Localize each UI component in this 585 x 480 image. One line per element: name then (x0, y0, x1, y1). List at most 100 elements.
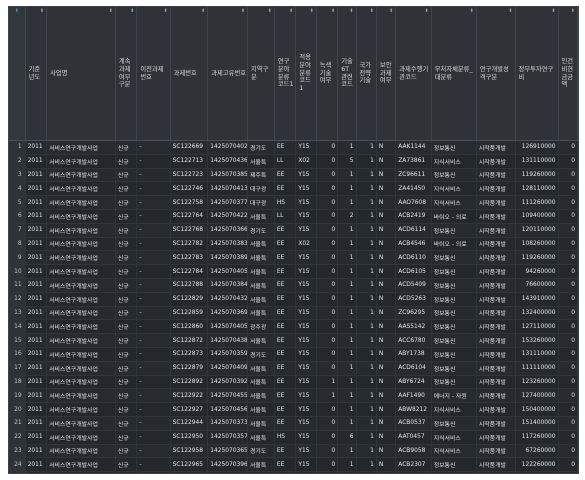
table-cell[interactable]: 131110000 (515, 347, 559, 362)
table-cell[interactable]: 서울특 (247, 388, 275, 404)
table-cell[interactable]: 시작품개발 (476, 223, 516, 238)
row-index-cell[interactable]: 17 (9, 361, 26, 376)
table-cell[interactable]: 정보통신 (431, 333, 477, 348)
table-cell[interactable]: 1 (356, 168, 377, 183)
table-cell[interactable]: EE (274, 264, 297, 279)
table-cell[interactable]: Y15 (295, 347, 317, 362)
table-cell[interactable]: 서비스연구개발사업 (46, 209, 116, 224)
table-cell[interactable]: 바이오 - 의료 (431, 209, 477, 224)
table-cell[interactable]: 서비스연구개발사업 (46, 264, 116, 279)
table-cell[interactable]: 1 (356, 375, 377, 390)
table-cell[interactable]: 2011 (25, 181, 48, 197)
table-cell[interactable]: N (376, 292, 397, 307)
table-row[interactable]: 13 2011 서비스연구개발사업 신규 - SC122859 1425070369 서울특 E… (9, 306, 578, 321)
table-cell[interactable]: 에너지 - 자원 (431, 388, 477, 404)
table-cell[interactable]: SC122859 (170, 306, 209, 321)
6t-code-header[interactable]: ⬍ 기술6T관련코드 (337, 7, 357, 141)
table-cell[interactable]: 신규 (115, 209, 138, 224)
table-cell[interactable]: 지식서비스 (431, 181, 477, 197)
table-cell[interactable]: 시작품개발 (476, 333, 516, 348)
row-index-cell[interactable]: 19 (9, 388, 26, 404)
table-cell[interactable]: AAS5142 (395, 319, 432, 335)
table-cell[interactable]: 시작품개발 (476, 250, 516, 266)
sort-arrows-icon[interactable]: ⬍ (241, 8, 245, 14)
table-cell[interactable]: 2011 (25, 402, 48, 417)
ministry-category-header[interactable]: ⬍ 부처자체분류_대분류 (431, 7, 477, 141)
table-cell[interactable]: 서울특 (247, 237, 275, 252)
table-cell[interactable]: EE (274, 292, 297, 307)
table-cell[interactable]: 1 (337, 264, 357, 279)
table-cell[interactable]: 서울특 (247, 416, 275, 431)
table-cell[interactable]: EE (274, 457, 297, 473)
table-cell[interactable]: 1 (356, 250, 377, 266)
table-cell[interactable]: 1 (356, 444, 377, 459)
table-cell[interactable]: 1425070389 (207, 250, 249, 266)
table-cell[interactable]: 광주광 (247, 319, 275, 335)
table-cell[interactable]: 정보통신 (431, 471, 477, 473)
table-cell[interactable]: 0 (558, 430, 578, 445)
table-cell[interactable]: 신규 (115, 306, 138, 321)
table-cell[interactable]: 신규 (115, 457, 138, 473)
table-cell[interactable]: 서비스연구개발사업 (46, 444, 116, 459)
table-cell[interactable]: AAO7608 (395, 195, 432, 210)
table-cell[interactable]: 1 (356, 306, 377, 321)
base-year-header[interactable]: ⬍ 기준년도 (25, 7, 48, 141)
sort-arrows-icon[interactable]: ⬍ (40, 8, 44, 14)
row-index-cell[interactable]: 14 (9, 319, 26, 335)
sort-arrows-icon[interactable]: ⬍ (109, 8, 113, 14)
table-cell[interactable]: 1425070436 (207, 154, 249, 169)
table-row[interactable]: 6 2011 서비스연구개발사업 신규 - SC122764 1425070422 서울특 LL… (9, 209, 578, 224)
table-cell[interactable]: 1425070377 (207, 195, 249, 210)
table-row[interactable]: 24 2011 서비스연구개발사업 신규 - SC122965 1425070396 서울특 E… (9, 457, 578, 473)
table-cell[interactable]: Y15 (295, 168, 317, 183)
region-header[interactable]: ⬍ 지역구분 (247, 7, 275, 141)
table-cell[interactable]: 시작품개발 (476, 306, 516, 321)
table-cell[interactable]: 신규 (115, 333, 138, 348)
table-row[interactable]: 22 2011 서비스연구개발사업 신규 - SC122950 1425070357 서울특 H… (9, 430, 578, 445)
table-cell[interactable]: SC122873 (170, 347, 209, 362)
table-cell[interactable]: SC122927 (170, 402, 209, 417)
table-cell[interactable]: ACD6104 (395, 361, 432, 376)
table-cell[interactable]: 정보통신 (431, 140, 477, 155)
table-cell[interactable]: Y15 (295, 416, 317, 431)
table-cell[interactable]: 신규 (115, 416, 138, 431)
table-cell[interactable]: 정보통신 (431, 292, 477, 307)
table-cell[interactable]: EE (274, 319, 297, 335)
table-cell[interactable]: 1425070405 (207, 319, 249, 335)
table-cell[interactable]: 1425070369 (207, 306, 249, 321)
table-cell[interactable]: 108260000 (515, 237, 559, 252)
table-cell[interactable]: AAQ8097 (395, 471, 432, 473)
sort-arrows-icon[interactable]: ⬍ (163, 8, 167, 14)
table-cell[interactable]: 122260000 (515, 457, 559, 473)
table-row[interactable]: 18 2011 서비스연구개발사업 신규 - SC122892 1425070392 서울특 E… (9, 375, 578, 390)
table-cell[interactable]: 1425070413 (207, 181, 249, 197)
table-cell[interactable]: 0 (316, 278, 339, 293)
table-cell[interactable]: SC122768 (170, 223, 209, 238)
table-cell[interactable]: 서비스연구개발사업 (46, 306, 116, 321)
table-cell[interactable]: 1 (337, 471, 357, 473)
row-index-header[interactable]: ⬍ (9, 7, 26, 141)
row-index-cell[interactable]: 15 (9, 333, 26, 348)
table-cell[interactable]: 서비스연구개발사업 (46, 292, 116, 307)
table-cell[interactable]: 1 (356, 264, 377, 279)
table-cell[interactable]: 서울특 (247, 402, 275, 417)
table-cell[interactable]: 1 (356, 457, 377, 473)
table-cell[interactable]: 서비스연구개발사업 (46, 278, 116, 293)
table-cell[interactable]: 1 (356, 402, 377, 417)
table-cell[interactable]: 신규 (115, 402, 138, 417)
table-cell[interactable]: N (376, 375, 397, 390)
table-cell[interactable]: 시작품개발 (476, 375, 516, 390)
table-cell[interactable]: 1425070366 (207, 223, 249, 238)
table-cell[interactable]: 신규 (115, 388, 138, 404)
table-cell[interactable]: 0 (316, 181, 339, 197)
table-cell[interactable]: 1 (337, 388, 357, 404)
table-cell[interactable]: 신규 (115, 430, 138, 445)
table-cell[interactable]: 대구광 (247, 181, 275, 197)
table-cell[interactable]: 1 (337, 292, 357, 307)
table-cell[interactable]: 정보통신 (431, 223, 477, 238)
table-cell[interactable]: 서비스연구개발사업 (46, 430, 116, 445)
table-cell[interactable]: 0 (558, 457, 578, 473)
table-cell[interactable]: 1 (356, 416, 377, 431)
table-cell[interactable]: 151400000 (515, 416, 559, 431)
table-cell[interactable]: 1425070383 (207, 237, 249, 252)
